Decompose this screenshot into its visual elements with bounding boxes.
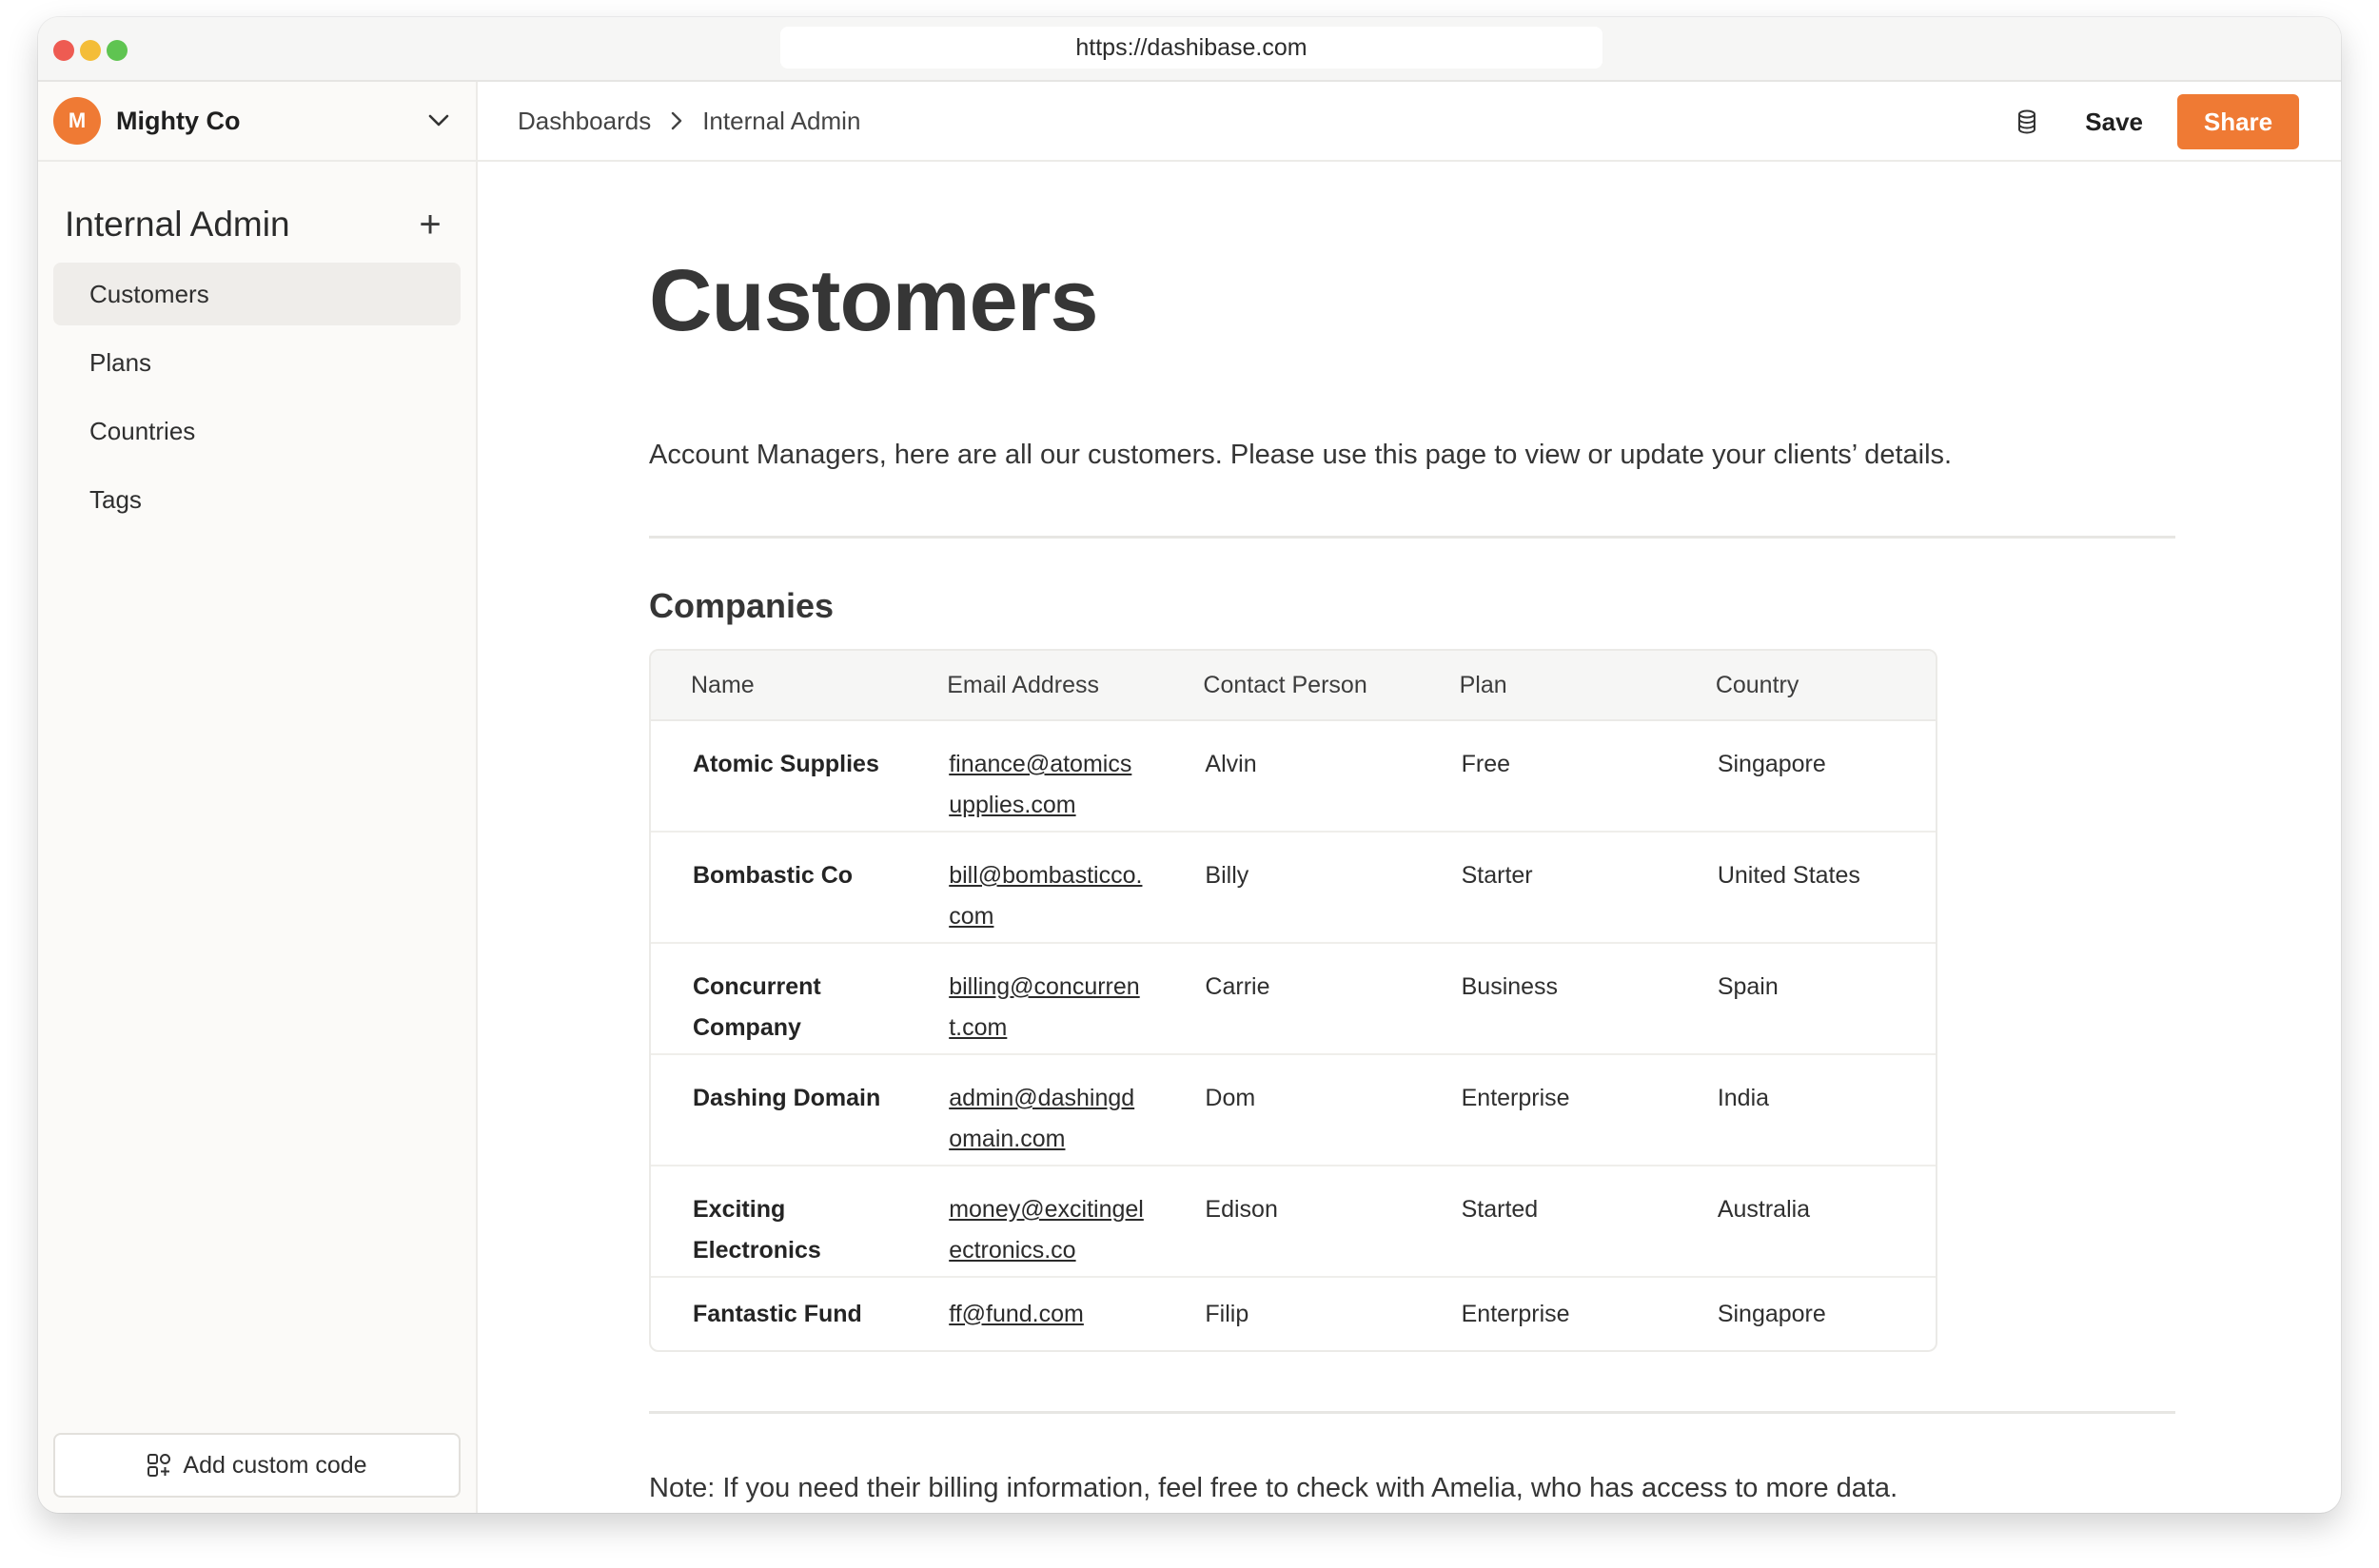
table-row[interactable]: Atomic Supplies finance@atomicsupplies.c… xyxy=(651,721,1936,833)
workspace-name: Mighty Co xyxy=(116,106,241,135)
cell-contact: Dom xyxy=(1205,1085,1256,1111)
chevron-right-icon xyxy=(670,110,683,131)
title-bar: https://dashibase.com xyxy=(38,17,2341,82)
cell-country: Spain xyxy=(1717,973,1779,1000)
cell-contact: Filip xyxy=(1205,1300,1249,1327)
minimize-window-button[interactable] xyxy=(80,40,101,61)
cell-email-link[interactable]: ff@fund.com xyxy=(907,1294,1163,1335)
sidebar-item-customers[interactable]: Customers xyxy=(53,263,461,325)
sidebar-item-label: Customers xyxy=(89,279,209,308)
table-row[interactable]: Concurrent Company billing@concurrent.co… xyxy=(651,944,1936,1055)
divider xyxy=(649,1411,2175,1414)
cell-contact: Carrie xyxy=(1205,973,1270,1000)
cell-plan: Business xyxy=(1461,973,1559,1000)
sidebar-item-plans[interactable]: Plans xyxy=(53,331,461,394)
main-content: Customers Account Managers, here are all… xyxy=(649,162,2179,1504)
column-header-contact[interactable]: Contact Person xyxy=(1163,672,1419,699)
sidebar: M Mighty Co Internal Admin + Customers P… xyxy=(38,82,478,1513)
sidebar-header: Internal Admin + xyxy=(38,162,476,255)
cell-country: Australia xyxy=(1717,1196,1811,1223)
column-header-plan[interactable]: Plan xyxy=(1420,672,1676,699)
sidebar-title: Internal Admin xyxy=(65,205,290,244)
workspace-avatar: M xyxy=(53,97,101,145)
sidebar-item-label: Countries xyxy=(89,416,196,445)
cell-contact: Alvin xyxy=(1205,751,1257,777)
breadcrumb-current: Internal Admin xyxy=(702,106,861,135)
sidebar-item-label: Tags xyxy=(89,484,142,514)
cell-plan: Free xyxy=(1461,751,1511,777)
cell-name: Fantastic Fund xyxy=(693,1300,862,1327)
cell-email-link[interactable]: money@excitingelectronics.co xyxy=(907,1189,1163,1276)
plus-icon[interactable]: + xyxy=(411,206,449,244)
zoom-window-button[interactable] xyxy=(107,40,128,61)
address-bar[interactable]: https://dashibase.com xyxy=(780,27,1602,69)
column-header-name[interactable]: Name xyxy=(651,672,907,699)
divider xyxy=(649,536,2175,539)
workspace-switcher[interactable]: M Mighty Co xyxy=(38,82,476,162)
cell-plan: Starter xyxy=(1461,862,1533,889)
table-row[interactable]: Bombastic Co bill@bombasticco.com Billy … xyxy=(651,833,1936,944)
address-bar-url: https://dashibase.com xyxy=(1075,33,1307,61)
table-header: Name Email Address Contact Person Plan C… xyxy=(651,651,1936,721)
sidebar-item-countries[interactable]: Countries xyxy=(53,400,461,462)
cell-country: Singapore xyxy=(1717,1300,1826,1327)
cell-plan: Started xyxy=(1461,1196,1539,1223)
page-intro: Account Managers, here are all our custo… xyxy=(649,440,1953,470)
cell-plan: Enterprise xyxy=(1461,1300,1570,1327)
sidebar-item-label: Plans xyxy=(89,347,152,377)
cell-country: Singapore xyxy=(1717,751,1826,777)
cell-contact: Billy xyxy=(1205,862,1249,889)
browser-window: https://dashibase.com M Mighty Co Intern… xyxy=(38,17,2341,1513)
topbar-actions: Save Share xyxy=(2016,82,2299,162)
sidebar-item-tags[interactable]: Tags xyxy=(53,468,461,531)
cell-email-link[interactable]: billing@concurrent.com xyxy=(907,967,1163,1053)
cell-plan: Enterprise xyxy=(1461,1085,1570,1111)
add-custom-code-label: Add custom code xyxy=(183,1451,367,1479)
close-window-button[interactable] xyxy=(53,40,74,61)
column-header-country[interactable]: Country xyxy=(1676,672,1936,699)
table-row[interactable]: Dashing Domain admin@dashingdomain.com D… xyxy=(651,1055,1936,1166)
table-row[interactable]: Exciting Electronics money@excitingelect… xyxy=(651,1166,1936,1278)
cell-email-link[interactable]: finance@atomicsupplies.com xyxy=(907,744,1163,831)
cell-country: United States xyxy=(1717,862,1860,889)
breadcrumb-dashboards[interactable]: Dashboards xyxy=(518,107,651,136)
table-row[interactable]: Fantastic Fund ff@fund.com Filip Enterpr… xyxy=(651,1278,1936,1350)
chevron-down-icon[interactable] xyxy=(424,107,453,135)
code-blocks-icon xyxy=(147,1453,171,1478)
share-button[interactable]: Share xyxy=(2177,94,2299,149)
page-title: Customers xyxy=(649,252,1099,349)
database-icon[interactable] xyxy=(2016,109,2037,134)
page-note: Note: If you need their billing informat… xyxy=(649,1473,1898,1503)
add-custom-code-button[interactable]: Add custom code xyxy=(53,1433,461,1498)
cell-name: Atomic Supplies xyxy=(693,751,879,777)
section-title: Companies xyxy=(649,586,835,625)
cell-name: Dashing Domain xyxy=(693,1085,881,1111)
top-bar: Dashboards Internal Admin Save Share xyxy=(478,82,2341,162)
cell-email-link[interactable]: bill@bombasticco.com xyxy=(907,855,1163,942)
cell-name: Bombastic Co xyxy=(693,862,854,889)
column-header-email[interactable]: Email Address xyxy=(907,672,1163,699)
cell-name: Exciting Electronics xyxy=(693,1196,821,1264)
cell-name: Concurrent Company xyxy=(693,973,821,1041)
companies-table: Name Email Address Contact Person Plan C… xyxy=(649,649,1937,1352)
cell-email-link[interactable]: admin@dashingdomain.com xyxy=(907,1078,1163,1165)
save-button[interactable]: Save xyxy=(2085,108,2143,137)
sidebar-nav: Customers Plans Countries Tags xyxy=(38,263,476,531)
cell-country: India xyxy=(1717,1085,1770,1111)
cell-contact: Edison xyxy=(1205,1196,1278,1223)
